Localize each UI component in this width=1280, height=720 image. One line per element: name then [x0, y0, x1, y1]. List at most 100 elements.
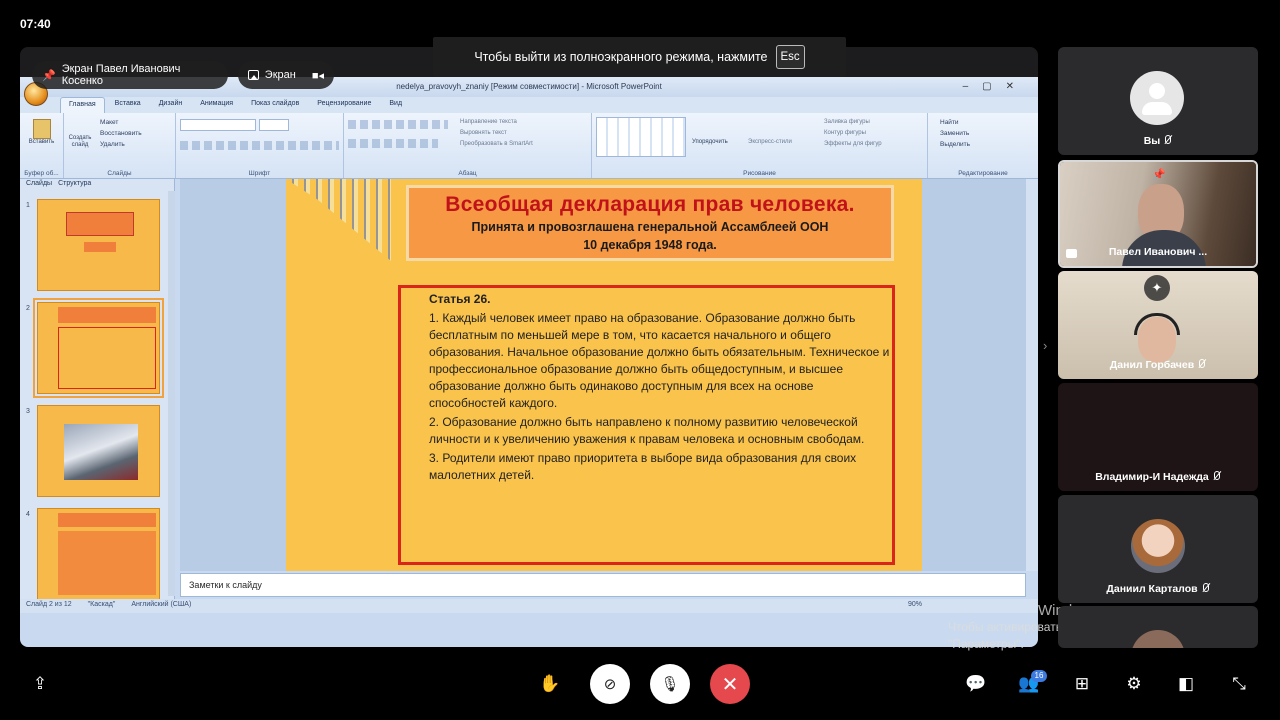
language: Английский (США) [131, 601, 192, 608]
quick-styles-button[interactable]: Экспресс-стили [748, 139, 792, 145]
participant-name: Данил Горбачев [1109, 359, 1195, 371]
group-label: Слайды [107, 170, 132, 177]
mic-off-icon [1197, 359, 1206, 369]
raise-hand-icon[interactable]: ✋ [539, 674, 560, 694]
chat-icon[interactable]: 💬 [965, 674, 986, 694]
tab-view[interactable]: Вид [381, 97, 410, 113]
pin-icon: 📌 [1152, 169, 1166, 181]
arrange-button[interactable]: Упорядочить [692, 139, 728, 145]
slides-panel-scrollbar[interactable] [168, 191, 175, 596]
screen-share-upload-icon[interactable]: ⇪ [30, 674, 50, 694]
settings-gear-icon[interactable]: ⚙ [1124, 674, 1144, 694]
paste-button[interactable]: Вставить [24, 139, 59, 145]
align-text-button[interactable]: Выровнять текст [460, 128, 533, 139]
fullscreen-exit-banner: Чтобы выйти из полноэкранного режима, на… [433, 37, 846, 77]
end-call-button[interactable]: ✕ [710, 664, 750, 704]
slide-thumbnail[interactable]: 1 [26, 199, 160, 291]
text-direction-button[interactable]: Направление текста [460, 117, 533, 128]
ppt-ribbon: Вставить Буфер об... Создать слайд Макет… [20, 113, 1038, 179]
close-icon: ✕ [721, 673, 739, 696]
slide-thumbnail[interactable]: 3 [26, 405, 160, 497]
presenter-chip-label: Экран Павел Иванович Косенко [61, 63, 181, 87]
effects-sparkle-icon[interactable]: ✦ [1144, 275, 1170, 301]
ribbon-group-slides: Создать слайд Макет Восстановить Удалить… [64, 113, 176, 178]
thumb-number: 4 [26, 511, 30, 518]
tab-home[interactable]: Главная [60, 97, 105, 113]
mic-off-icon [1201, 583, 1210, 593]
mic-toggle-button[interactable]: 🎙 [650, 664, 690, 704]
tab-review[interactable]: Рецензирование [309, 97, 379, 113]
slide-vertical-scrollbar[interactable] [1026, 179, 1038, 571]
slides-panel-tabs: Слайды Структура [20, 179, 174, 191]
slide-counter: Слайд 2 из 12 [26, 601, 72, 608]
shared-screen-stage: nedelya_pravovyh_znaniy [Режим совместим… [20, 47, 1038, 647]
tab-slideshow[interactable]: Показ слайдов [243, 97, 307, 113]
tab-design[interactable]: Дизайн [151, 97, 191, 113]
picture-in-picture-icon[interactable]: ◧ [1176, 674, 1196, 694]
participant-tile[interactable]: Даниил Карталов [1058, 495, 1258, 603]
ribbon-group-clipboard: Вставить Буфер об... [20, 113, 64, 178]
avatar [1131, 519, 1185, 573]
ppt-ribbon-tabs: Главная Вставка Дизайн Анимация Показ сл… [20, 97, 1038, 113]
participant-name: Владимир-И Надежда [1095, 471, 1209, 483]
article-text-box: Статья 26. 1. Каждый человек имеет право… [398, 285, 895, 565]
slide-thumbnail[interactable]: 4 [26, 508, 160, 600]
shape-fill-button[interactable]: Заливка фигуры [824, 117, 882, 128]
presenter-chip[interactable]: 📌 Экран Павел Иванович Косенко [32, 61, 228, 89]
new-slide-button[interactable]: Создать слайд [68, 117, 92, 149]
notes-pane[interactable]: Заметки к слайду [180, 573, 1026, 597]
slide-canvas: Всеобщая декларация прав человека. Приня… [180, 179, 1026, 571]
screen-share-icon [248, 70, 259, 80]
fullscreen-banner-text: Чтобы выйти из полноэкранного режима, на… [474, 50, 768, 64]
participant-tile[interactable]: Владимир-И Надежда [1058, 383, 1258, 491]
screen-chip[interactable]: Экран ■◂ [238, 61, 334, 89]
camera-icon[interactable]: ■◂ [312, 69, 324, 82]
smartart-button[interactable]: Преобразовать в SmartArt [460, 139, 533, 150]
shapes-gallery[interactable] [596, 117, 686, 157]
font-size-select[interactable] [259, 119, 289, 131]
collapse-sidebar-chevron-icon[interactable]: › [1043, 338, 1047, 353]
status-time: 07:40 [20, 17, 51, 31]
participant-tile[interactable]: ✦ Данил Горбачев [1058, 271, 1258, 379]
shape-effects-button[interactable]: Эффекты для фигур [824, 139, 882, 150]
participant-name: Вы [1143, 135, 1161, 147]
ppt-window-title: nedelya_pravovyh_znaniy [Режим совместим… [396, 82, 662, 91]
grid-layout-icon[interactable]: ⊞ [1072, 674, 1092, 694]
powerpoint-window: nedelya_pravovyh_znaniy [Режим совместим… [20, 77, 1038, 647]
group-label: Буфер об... [24, 170, 59, 177]
layout-button[interactable]: Макет [100, 117, 142, 128]
theme-name: "Каскад" [87, 601, 116, 608]
paste-icon[interactable] [32, 119, 51, 139]
esc-key: Esc [775, 45, 805, 69]
tab-animation[interactable]: Анимация [192, 97, 241, 113]
select-button[interactable]: Выделить [940, 139, 1034, 150]
participant-tile-presenter[interactable]: 📌 Павел Иванович ... [1058, 160, 1258, 268]
group-label: Абзац [458, 170, 477, 177]
thumb-number: 1 [26, 202, 30, 209]
find-button[interactable]: Найти [940, 117, 1034, 128]
article-title: Статья 26. [429, 292, 491, 306]
font-family-select[interactable] [180, 119, 256, 131]
thumb-number: 3 [26, 408, 30, 415]
group-label: Редактирование [958, 170, 1008, 177]
slide-heading-box: Всеобщая декларация прав человека. Приня… [406, 185, 894, 261]
replace-button[interactable]: Заменить [940, 128, 1034, 139]
tab-outline[interactable]: Структура [58, 179, 91, 191]
mic-off-icon: 🎙 [660, 676, 680, 693]
reset-button[interactable]: Восстановить [100, 128, 142, 139]
exit-fullscreen-icon[interactable]: ⤡ [1229, 674, 1249, 694]
ribbon-group-font: Шрифт [176, 113, 344, 178]
ribbon-group-paragraph: Направление текста Выровнять текст Преоб… [344, 113, 592, 178]
tab-slides[interactable]: Слайды [26, 179, 52, 191]
delete-button[interactable]: Удалить [100, 139, 142, 150]
current-slide[interactable]: Всеобщая декларация прав человека. Приня… [286, 179, 922, 571]
window-controls[interactable]: –▢✕ [963, 77, 1028, 97]
camera-toggle-button[interactable]: ⊘ [590, 664, 630, 704]
article-paragraph-3: 3. Родители имеют право приоритета в выб… [429, 451, 857, 482]
mic-off-icon [1212, 471, 1221, 481]
tab-insert[interactable]: Вставка [107, 97, 149, 113]
shape-outline-button[interactable]: Контур фигуры [824, 128, 882, 139]
participant-tile-partial[interactable] [1058, 606, 1258, 648]
slide-thumbnail-selected[interactable]: 2 [26, 298, 164, 398]
participant-tile-self[interactable]: Вы [1058, 47, 1258, 155]
